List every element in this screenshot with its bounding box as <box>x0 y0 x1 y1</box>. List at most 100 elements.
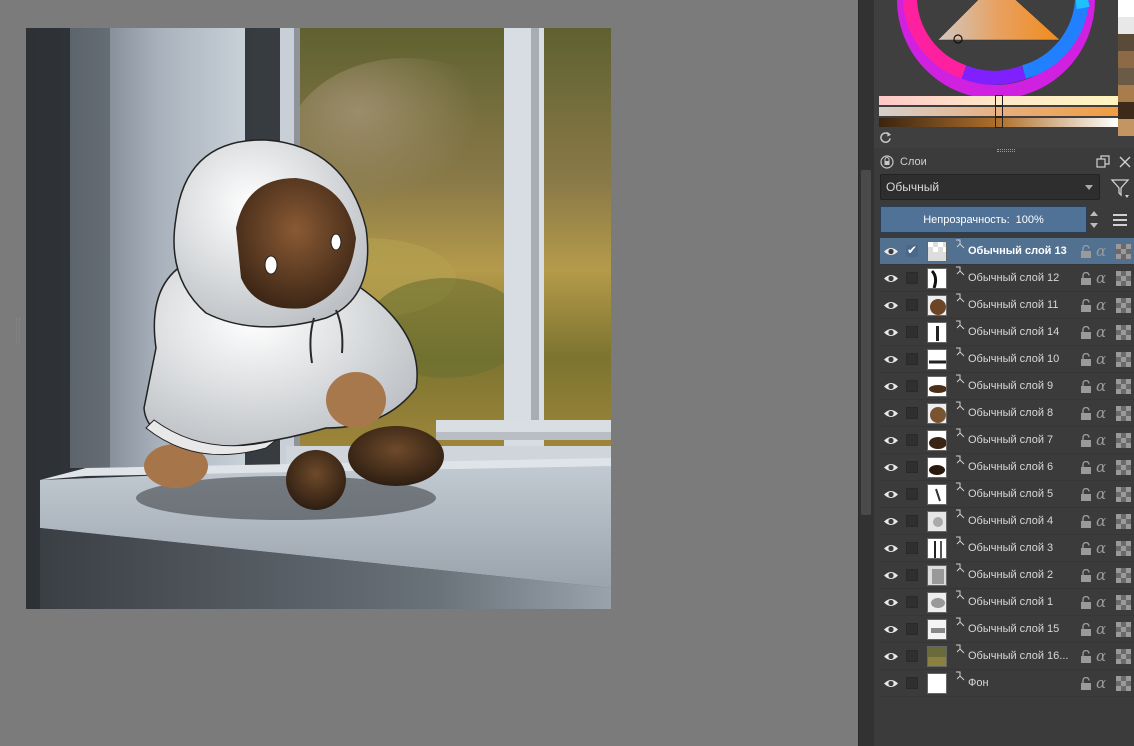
layer-row[interactable]: ✔ Обычный слой 13 α <box>880 238 1134 265</box>
eye-icon[interactable] <box>883 624 899 635</box>
canvas-workspace[interactable] <box>0 0 858 746</box>
layer-row[interactable]: Обычный слой 11 α <box>880 292 1134 319</box>
blend-mode-dropdown[interactable]: Обычный <box>880 174 1100 200</box>
lock-icon[interactable] <box>1080 515 1092 528</box>
eye-icon[interactable] <box>883 408 899 419</box>
alpha-lock-icon[interactable]: α <box>1096 350 1106 368</box>
layer-select-checkbox[interactable] <box>906 380 918 392</box>
eye-icon[interactable] <box>883 516 899 527</box>
inherit-alpha-icon[interactable] <box>1116 487 1131 502</box>
inherit-alpha-icon[interactable] <box>1116 595 1131 610</box>
layer-select-checkbox[interactable] <box>906 677 918 689</box>
layer-select-checkbox[interactable] <box>906 461 918 473</box>
close-icon[interactable] <box>1118 155 1132 169</box>
layer-row[interactable]: Обычный слой 15 α <box>880 616 1134 643</box>
layer-row[interactable]: Обычный слой 12 α <box>880 265 1134 292</box>
layer-select-checkbox[interactable] <box>906 596 918 608</box>
lock-icon[interactable] <box>1080 569 1092 582</box>
alpha-lock-icon[interactable]: α <box>1096 620 1106 638</box>
alpha-lock-icon[interactable]: α <box>1096 323 1106 341</box>
layer-row[interactable]: Обычный слой 4 α <box>880 508 1134 535</box>
swatch[interactable] <box>1118 51 1134 68</box>
alpha-lock-icon[interactable]: α <box>1096 431 1106 449</box>
refresh-icon[interactable] <box>879 131 892 144</box>
eye-icon[interactable] <box>883 354 899 365</box>
layer-row[interactable]: Обычный слой 1 α <box>880 589 1134 616</box>
eye-icon[interactable] <box>883 273 899 284</box>
artwork-canvas[interactable] <box>26 28 611 609</box>
inherit-alpha-icon[interactable] <box>1116 622 1131 637</box>
layer-row[interactable]: Обычный слой 16... α <box>880 643 1134 670</box>
layer-row[interactable]: Обычный слой 5 α <box>880 481 1134 508</box>
docker-resize-grip[interactable] <box>16 318 20 344</box>
eye-icon[interactable] <box>883 435 899 446</box>
alpha-lock-icon[interactable]: α <box>1096 566 1106 584</box>
layer-select-checkbox[interactable] <box>906 326 918 338</box>
layer-select-checkbox[interactable] <box>906 623 918 635</box>
hamburger-menu-icon[interactable] <box>1112 213 1128 227</box>
layer-select-checkbox[interactable] <box>906 569 918 581</box>
inherit-alpha-icon[interactable] <box>1116 649 1131 664</box>
opacity-spin-buttons[interactable] <box>1088 206 1100 233</box>
layer-select-checkbox[interactable] <box>906 542 918 554</box>
value-slider[interactable] <box>879 117 1118 128</box>
inherit-alpha-icon[interactable] <box>1116 433 1131 448</box>
layer-select-checkbox[interactable]: ✔ <box>906 243 918 257</box>
inherit-alpha-icon[interactable] <box>1116 352 1131 367</box>
swatch[interactable] <box>1118 34 1134 51</box>
canvas-vertical-scrollbar[interactable] <box>858 0 874 746</box>
inherit-alpha-icon[interactable] <box>1116 676 1131 691</box>
lock-icon[interactable] <box>1080 272 1092 285</box>
swatch[interactable] <box>1118 68 1134 85</box>
saturation-slider[interactable] <box>879 106 1118 117</box>
alpha-lock-icon[interactable]: α <box>1096 296 1106 314</box>
inherit-alpha-icon[interactable] <box>1116 568 1131 583</box>
inherit-alpha-icon[interactable] <box>1116 271 1131 286</box>
layer-select-checkbox[interactable] <box>906 407 918 419</box>
eye-icon[interactable] <box>883 246 899 257</box>
lock-icon[interactable] <box>1080 596 1092 609</box>
lock-icon[interactable] <box>1080 488 1092 501</box>
eye-icon[interactable] <box>883 570 899 581</box>
alpha-lock-icon[interactable]: α <box>1096 404 1106 422</box>
alpha-lock-icon[interactable]: α <box>1096 593 1106 611</box>
eye-icon[interactable] <box>883 381 899 392</box>
layer-select-checkbox[interactable] <box>906 515 918 527</box>
eye-icon[interactable] <box>883 327 899 338</box>
lock-icon[interactable] <box>1080 326 1092 339</box>
swatch[interactable] <box>1118 0 1134 17</box>
layer-select-checkbox[interactable] <box>906 434 918 446</box>
alpha-lock-icon[interactable]: α <box>1096 458 1106 476</box>
alpha-lock-icon[interactable]: α <box>1096 512 1106 530</box>
scrollbar-thumb[interactable] <box>861 170 871 515</box>
inherit-alpha-icon[interactable] <box>1116 379 1131 394</box>
layer-row[interactable]: Обычный слой 8 α <box>880 400 1134 427</box>
opacity-slider[interactable]: Непрозрачность: 100% <box>880 206 1087 233</box>
alpha-lock-icon[interactable]: α <box>1096 674 1106 692</box>
swatch[interactable] <box>1118 102 1134 119</box>
layer-row[interactable]: Обычный слой 6 α <box>880 454 1134 481</box>
inherit-alpha-icon[interactable] <box>1116 325 1131 340</box>
eye-icon[interactable] <box>883 489 899 500</box>
layer-row[interactable]: Обычный слой 2 α <box>880 562 1134 589</box>
eye-icon[interactable] <box>883 462 899 473</box>
inherit-alpha-icon[interactable] <box>1116 460 1131 475</box>
layer-select-checkbox[interactable] <box>906 299 918 311</box>
swatch[interactable] <box>1118 85 1134 102</box>
layer-row[interactable]: Обычный слой 9 α <box>880 373 1134 400</box>
layer-select-checkbox[interactable] <box>906 353 918 365</box>
eye-icon[interactable] <box>883 678 899 689</box>
lock-docker-icon[interactable] <box>880 155 894 169</box>
eye-icon[interactable] <box>883 651 899 662</box>
lock-icon[interactable] <box>1080 542 1092 555</box>
layer-row[interactable]: Обычный слой 10 α <box>880 346 1134 373</box>
eye-icon[interactable] <box>883 597 899 608</box>
alpha-lock-icon[interactable]: α <box>1096 242 1106 260</box>
lock-icon[interactable] <box>1080 461 1092 474</box>
layer-select-checkbox[interactable] <box>906 272 918 284</box>
swatch[interactable] <box>1118 17 1134 34</box>
layer-row[interactable]: Фон α <box>880 670 1134 697</box>
inherit-alpha-icon[interactable] <box>1116 244 1131 259</box>
lock-icon[interactable] <box>1080 353 1092 366</box>
lock-icon[interactable] <box>1080 380 1092 393</box>
